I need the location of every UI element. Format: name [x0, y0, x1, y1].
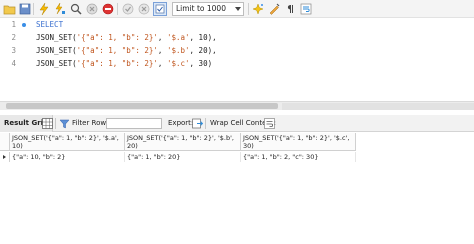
toolbar-separator	[248, 3, 249, 15]
toolbar-separator	[117, 3, 118, 15]
table-cell[interactable]: {"a": 1, "b": 2, "c": 30}	[241, 152, 356, 162]
toolbar-separator	[205, 118, 206, 129]
export-label: Export:	[168, 119, 194, 127]
execute-icon[interactable]	[37, 2, 51, 16]
line-number: 2	[11, 33, 16, 42]
commit-icon[interactable]	[121, 2, 135, 16]
wrap-icon[interactable]	[299, 2, 313, 16]
path-string: '$.a'	[166, 33, 190, 42]
toggle-continue-icon[interactable]	[101, 2, 115, 16]
toolbar-separator	[33, 3, 34, 15]
invisible-chars-icon[interactable]	[283, 2, 297, 16]
chevron-down-icon	[235, 7, 241, 11]
editor-toolbar: Limit to 1000 rows	[0, 0, 474, 25]
path-string: '$.b'	[166, 46, 190, 55]
column-header[interactable]: JSON_SET('{"a": 1, "b": 2}', '$.c', 30)	[241, 133, 356, 151]
grid-corner	[0, 133, 10, 151]
table-cell[interactable]: {"a": 10, "b": 2}	[10, 152, 125, 162]
line-number: 3	[11, 46, 16, 55]
editor-horizontal-scrollbar[interactable]	[0, 101, 474, 110]
column-header[interactable]: JSON_SET('{"a": 1, "b": 2}', '$.b', 20)	[125, 133, 241, 151]
stop-icon[interactable]	[85, 2, 99, 16]
code-line-2[interactable]: JSON_SET('{"a": 1, "b": 2}', '$.a', 10),	[36, 33, 217, 42]
keyword-select: SELECT	[36, 20, 64, 29]
filter-rows-input[interactable]	[106, 118, 162, 129]
function-name: JSON_SET(	[36, 33, 77, 42]
export-icon[interactable]	[192, 118, 204, 129]
line-number: 4	[11, 59, 16, 68]
table-cell[interactable]: {"a": 1, "b": 20}	[125, 152, 241, 162]
sql-editor[interactable]: 1 SELECT 2 JSON_SET('{"a": 1, "b": 2}', …	[0, 18, 474, 100]
filter-icon	[59, 118, 70, 129]
code-line-1[interactable]: SELECT	[36, 20, 63, 29]
toolbar-separator	[55, 118, 56, 129]
save-icon[interactable]	[18, 2, 32, 16]
code-line-4[interactable]: JSON_SET('{"a": 1, "b": 2}', '$.c', 30)	[36, 59, 212, 68]
wrap-cell-icon[interactable]	[264, 118, 275, 129]
separator: ,	[157, 46, 167, 55]
json-string: '{"a": 1, "b": 2}'	[76, 33, 158, 42]
function-name: JSON_SET(	[36, 46, 77, 55]
execute-current-icon[interactable]	[53, 2, 67, 16]
arguments-rest: , 20),	[189, 46, 217, 55]
json-string: '{"a": 1, "b": 2}'	[76, 59, 158, 68]
json-string: '{"a": 1, "b": 2}'	[76, 46, 158, 55]
rollback-icon[interactable]	[137, 2, 151, 16]
separator: ,	[157, 59, 167, 68]
line-number: 1	[11, 20, 16, 29]
limit-rows-select[interactable]: Limit to 1000 rows	[172, 2, 244, 25]
path-string: '$.c'	[166, 59, 190, 68]
beautify-icon[interactable]	[251, 2, 265, 16]
open-file-icon[interactable]	[2, 2, 16, 16]
result-toolbar: Result Grid Filter Rows: Export: Wrap Ce…	[0, 115, 474, 132]
scrollbar-track[interactable]	[282, 103, 474, 110]
find-icon[interactable]	[267, 2, 281, 16]
column-header[interactable]: JSON_SET('{"a": 1, "b": 2}', '$.a', 10)	[10, 133, 125, 151]
separator: ,	[157, 33, 167, 42]
current-row-icon	[3, 155, 6, 159]
statement-marker-icon	[22, 23, 26, 27]
explain-icon[interactable]	[69, 2, 83, 16]
arguments-rest: , 30)	[189, 59, 213, 68]
function-name: JSON_SET(	[36, 59, 77, 68]
scrollbar-thumb[interactable]	[6, 103, 278, 109]
autocommit-icon[interactable]	[153, 2, 167, 16]
grid-icon[interactable]	[42, 118, 53, 129]
code-line-3[interactable]: JSON_SET('{"a": 1, "b": 2}', '$.b', 20),	[36, 46, 217, 55]
arguments-rest: , 10),	[189, 33, 217, 42]
